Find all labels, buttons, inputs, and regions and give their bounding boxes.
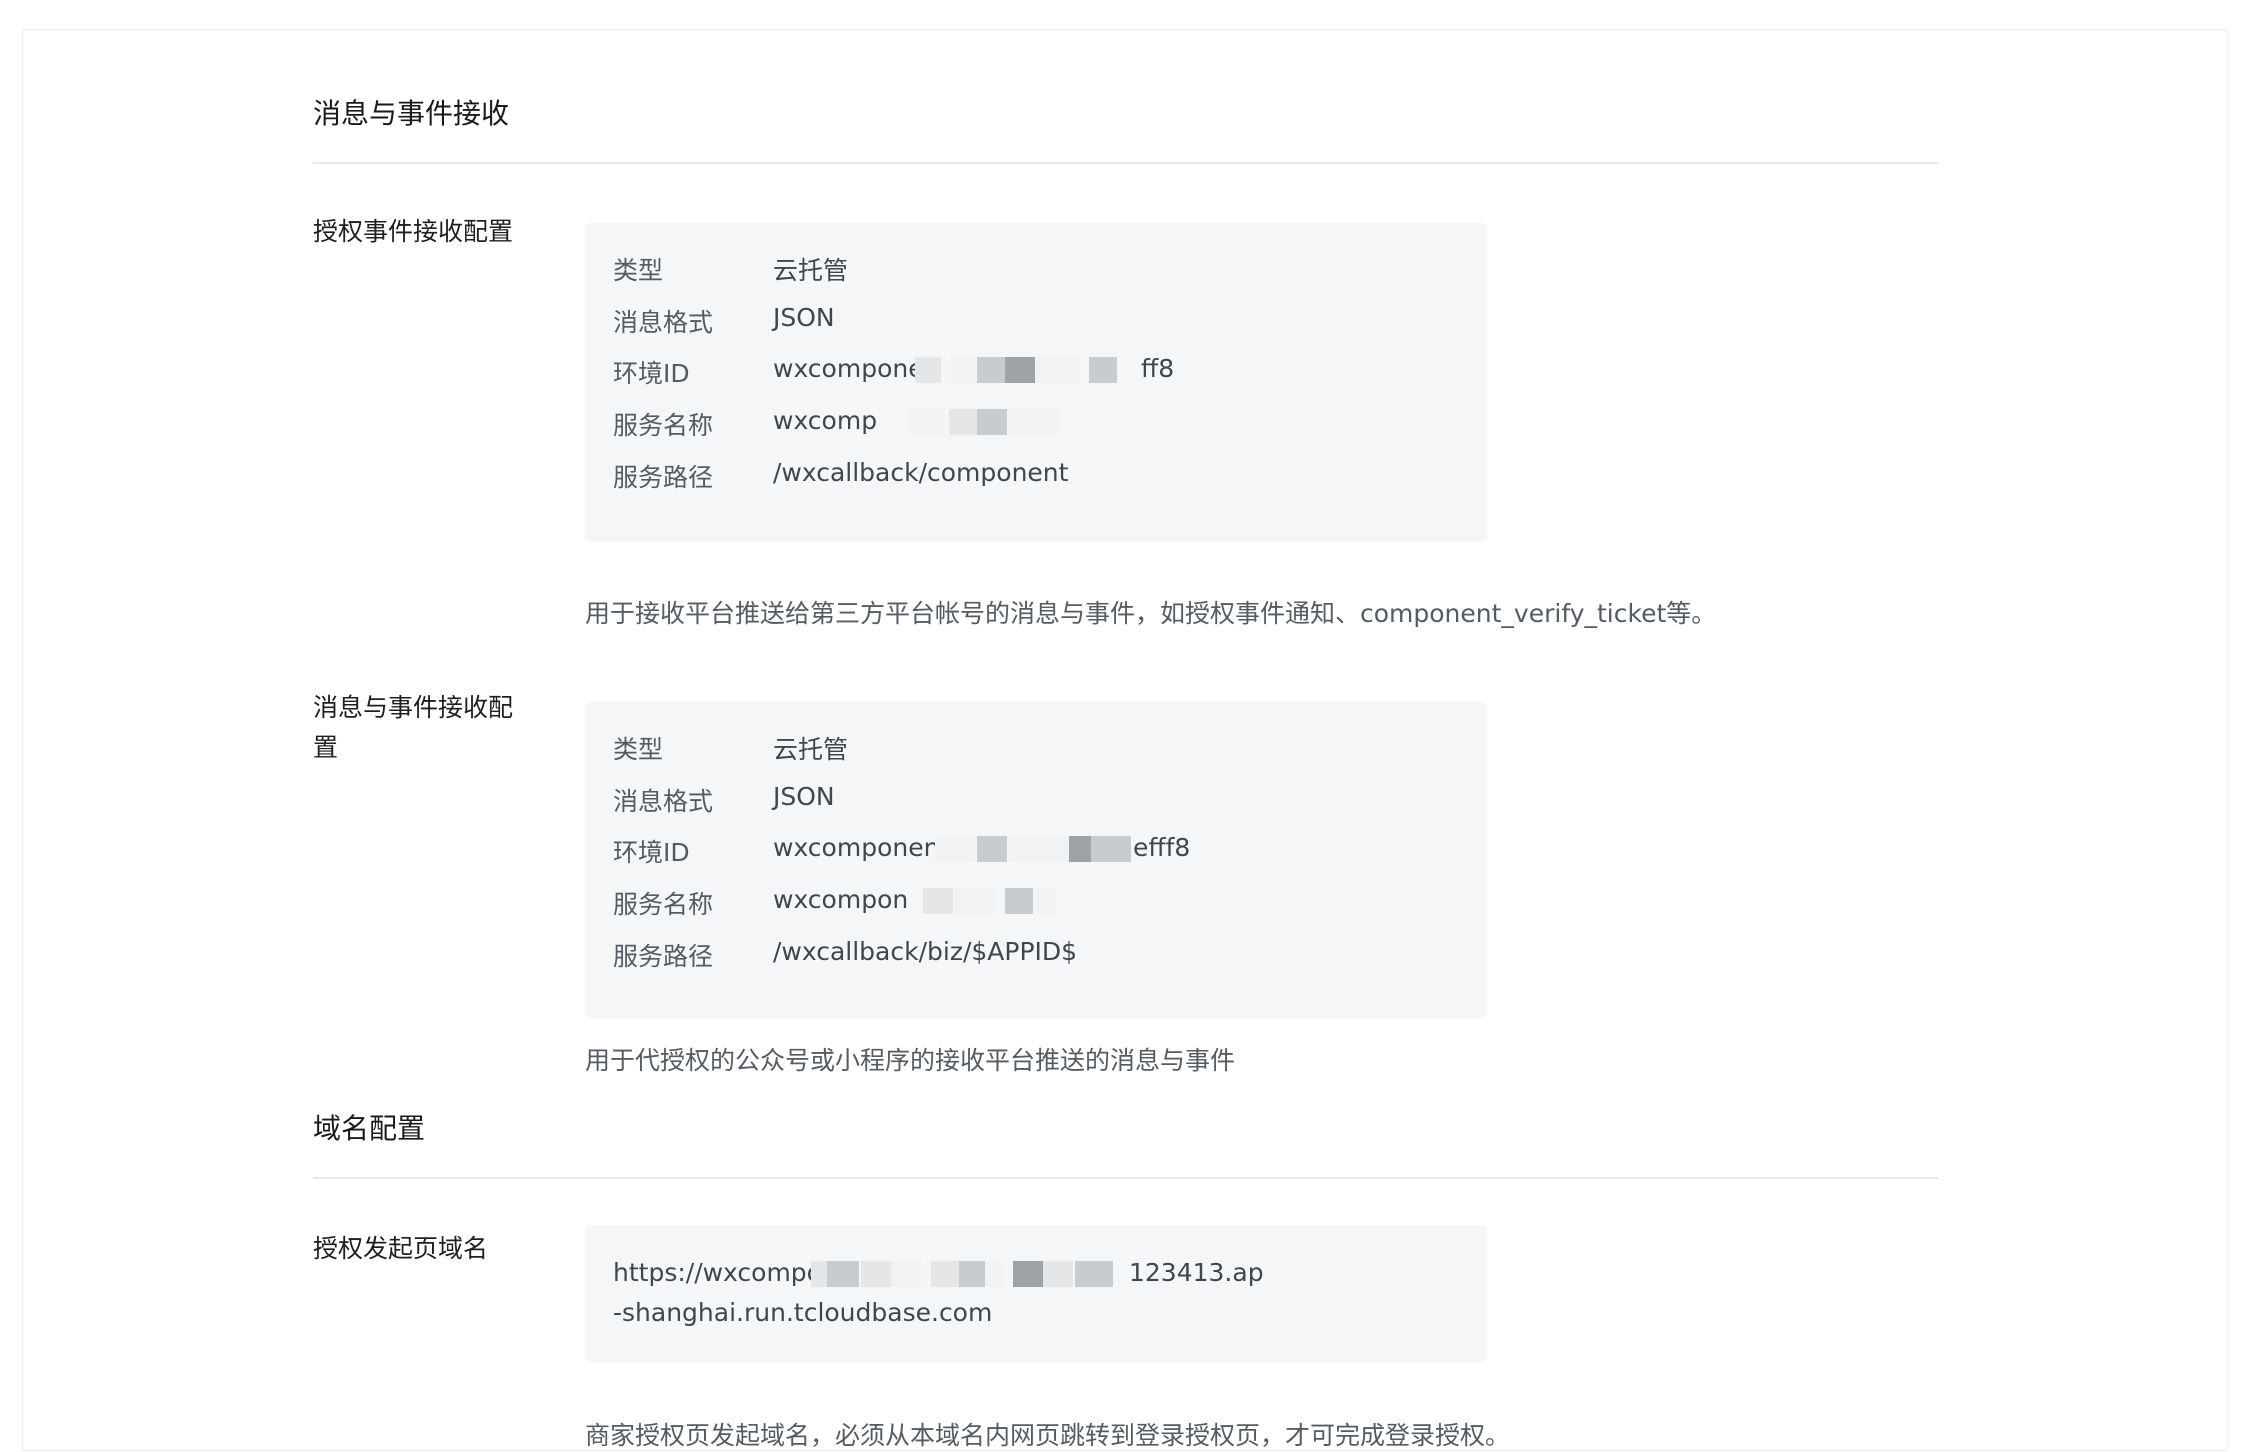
auth-domain-description: 商家授权页发起域名，必须从本域名内网页跳转到登录授权页，才可完成登录授权。	[585, 1421, 1511, 1450]
auth-event-type-key: 类型	[613, 256, 664, 285]
message-event-service-path-key: 服务路径	[613, 942, 714, 971]
auth-event-config-panel: 类型 云托管 消息格式 JSON 环境ID wxcomponer ff8 服务名…	[585, 223, 1487, 542]
redaction-block	[1009, 836, 1069, 862]
message-event-config-label-line2: 置	[313, 733, 339, 762]
auth-event-service-path-key: 服务路径	[613, 463, 714, 492]
redaction-block	[977, 836, 1007, 862]
auth-event-env-id-value: wxcomponer	[773, 354, 934, 383]
message-event-service-name-key: 服务名称	[613, 890, 714, 919]
auth-event-env-id-key: 环境ID	[613, 359, 690, 388]
redaction-block	[931, 1261, 959, 1287]
redaction-block	[1075, 1261, 1113, 1287]
message-event-env-id-value: wxcomponen	[773, 833, 940, 862]
auth-event-service-path-value: /wxcallback/component	[773, 458, 1069, 487]
message-event-env-id-tail: efff8	[1133, 833, 1191, 862]
auth-domain-url-tail: 123413.ap	[1129, 1258, 1264, 1287]
section-title-domain: 域名配置	[313, 1112, 426, 1145]
message-event-config-label: 消息与事件接收配 置	[313, 688, 533, 768]
auth-domain-url-head: https://wxcompo	[613, 1258, 822, 1287]
message-event-config-description: 用于代授权的公众号或小程序的接收平台推送的消息与事件	[585, 1046, 1236, 1075]
redaction-block	[951, 357, 975, 383]
message-event-service-path-value: /wxcallback/biz/$APPID$	[773, 937, 1078, 966]
auth-event-type-value: 云托管	[773, 256, 849, 285]
auth-event-format-value: JSON	[773, 303, 835, 332]
redaction-block	[985, 1261, 1003, 1287]
redaction-block	[1005, 357, 1035, 383]
section-title-messages: 消息与事件接收	[313, 97, 510, 130]
redaction-block	[861, 1261, 891, 1287]
redaction-block	[935, 836, 975, 862]
settings-card: 消息与事件接收 授权事件接收配置 类型 云托管 消息格式 JSON 环境ID w…	[22, 29, 2228, 1451]
message-event-format-key: 消息格式	[613, 787, 714, 816]
message-event-format-value: JSON	[773, 782, 835, 811]
redaction-block	[977, 409, 1007, 435]
redaction-block	[1037, 888, 1055, 914]
redaction-block	[891, 1261, 921, 1287]
message-event-config-panel: 类型 云托管 消息格式 JSON 环境ID wxcomponen efff8 服…	[585, 702, 1487, 1018]
redaction-block	[1089, 357, 1117, 383]
redaction-block	[977, 357, 1005, 383]
message-event-service-name-value: wxcompon	[773, 885, 909, 914]
redaction-block	[1005, 888, 1033, 914]
auth-event-config-description: 用于接收平台推送给第三方平台帐号的消息与事件，如授权事件通知、component…	[585, 599, 1717, 628]
redaction-block	[909, 409, 945, 435]
redaction-block	[959, 1261, 985, 1287]
redaction-block	[1035, 357, 1079, 383]
redaction-block	[1043, 1261, 1073, 1287]
redaction-block	[827, 1261, 859, 1287]
auth-event-env-id-tail: ff8	[1141, 354, 1175, 383]
auth-domain-url-line1: https://wxcompo	[613, 1253, 822, 1293]
redaction-block	[1069, 836, 1091, 862]
auth-event-service-name-value: wxcomp	[773, 406, 878, 435]
message-event-type-value: 云托管	[773, 735, 849, 764]
section-divider-domain	[313, 1177, 1938, 1179]
message-event-env-id-key: 环境ID	[613, 838, 690, 867]
redaction-block	[915, 357, 941, 383]
redaction-block	[923, 888, 953, 914]
auth-domain-url-line2: -shanghai.run.tcloudbase.com	[613, 1298, 993, 1327]
auth-event-config-label: 授权事件接收配置	[313, 217, 514, 246]
message-event-type-key: 类型	[613, 735, 664, 764]
section-divider-messages	[313, 162, 1938, 164]
redaction-block	[955, 888, 995, 914]
auth-domain-panel: https://wxcompo 123413.ap -shanghai.run.…	[585, 1225, 1487, 1362]
auth-domain-label: 授权发起页域名	[313, 1234, 489, 1263]
redaction-block	[1009, 409, 1059, 435]
redaction-block	[1091, 836, 1131, 862]
message-event-config-label-line1: 消息与事件接收配	[313, 693, 514, 722]
redaction-block	[1013, 1261, 1043, 1287]
redaction-block	[949, 409, 977, 435]
redaction-block	[811, 1261, 827, 1287]
auth-event-format-key: 消息格式	[613, 308, 714, 337]
auth-event-service-name-key: 服务名称	[613, 411, 714, 440]
